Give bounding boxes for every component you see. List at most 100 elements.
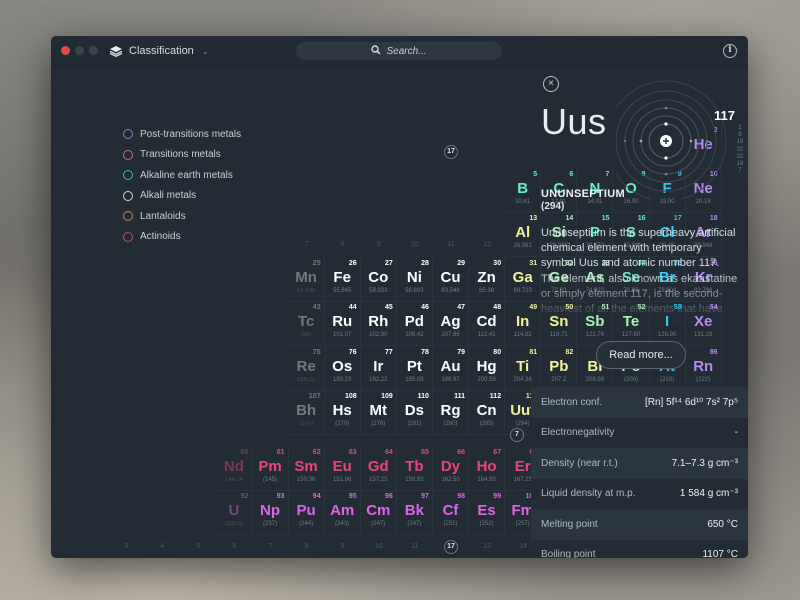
element-cell-co[interactable]: 27 Co 58.933	[360, 258, 397, 302]
element-cell-bh[interactable]: 107 Bh (270)	[288, 391, 325, 435]
element-number: 109	[381, 393, 393, 400]
property-key: Melting point	[541, 518, 598, 530]
element-cell-tc[interactable]: 43 Tc (98)	[288, 302, 325, 346]
group-17-badge[interactable]: 17	[444, 145, 458, 159]
property-row: Electronegativity -	[531, 417, 748, 448]
element-cell-os[interactable]: 76 Os 190.23	[324, 347, 361, 391]
element-cell-re[interactable]: 75 Re 186.21	[288, 347, 325, 391]
element-symbol-label: Cu	[440, 269, 461, 286]
element-cell-zn[interactable]: 30 Zn 65.38	[469, 258, 506, 302]
group-number-bottom: 5	[196, 543, 201, 550]
element-mass: 144.24	[224, 477, 244, 483]
property-key: Density (near r.t.)	[541, 457, 618, 469]
shell-count: 18	[736, 161, 744, 168]
element-cell-bk[interactable]: 97 Bk (247)	[396, 491, 433, 535]
element-cell-cf[interactable]: 98 Cf (251)	[433, 491, 469, 535]
element-mass: (244)	[299, 521, 314, 527]
element-symbol-label: Pm	[258, 458, 282, 475]
legend-item[interactable]: Transitions metals	[123, 145, 241, 166]
element-cell-pt[interactable]: 78 Pt 195.08	[396, 347, 433, 391]
legend-dot-icon	[123, 170, 133, 181]
element-symbol-label: Mn	[295, 269, 317, 286]
element-description: Ununseptium is the superheavy artificial…	[541, 227, 738, 324]
element-cell-cd[interactable]: 48 Cd 112.41	[469, 302, 506, 346]
element-symbol: Uus	[541, 101, 607, 142]
element-cell-cm[interactable]: 96 Cm (247)	[360, 491, 397, 535]
element-mass: (243)	[335, 521, 350, 527]
element-cell-u[interactable]: 92 U 238.02	[216, 491, 253, 535]
minimize-window-button[interactable]	[75, 46, 84, 55]
app-window: Classification ⌄ Search... i Post-transi…	[51, 36, 748, 558]
legend-item[interactable]: Alkali metals	[123, 186, 241, 207]
electron-shells: 2 8 18 32 32 18 7	[735, 125, 745, 175]
element-number: 97	[421, 493, 429, 500]
element-mass: 107.86	[441, 332, 460, 338]
element-cell-rg[interactable]: 111 Rg (280)	[433, 391, 469, 435]
atomic-number: 117	[714, 108, 735, 123]
element-cell-es[interactable]: 99 Es (252)	[469, 491, 506, 535]
element-symbol-label: Pd	[404, 313, 424, 330]
element-cell-mt[interactable]: 109 Mt (276)	[360, 391, 397, 435]
legend-item[interactable]: Lantaloids	[123, 206, 241, 227]
element-cell-mn[interactable]: 25 Mn 54.938	[288, 258, 325, 302]
element-cell-ni[interactable]: 28 Ni 58.693	[396, 258, 433, 302]
element-cell-au[interactable]: 79 Au 196.97	[433, 347, 469, 391]
element-cell-pd[interactable]: 46 Pd 106.42	[396, 302, 433, 346]
element-symbol-label: Eu	[332, 458, 352, 475]
legend-item[interactable]: Alkaline earth metals	[123, 165, 241, 186]
element-symbol-label: Rg	[440, 402, 461, 419]
element-mass: (145)	[262, 477, 277, 483]
element-mass: (98)	[300, 332, 312, 338]
element-cell-ru[interactable]: 44 Ru 101.07	[324, 302, 361, 346]
period-7-badge[interactable]: 7	[510, 428, 524, 442]
group-number-bottom: 4	[160, 543, 165, 550]
group-17-badge-bottom[interactable]: 17	[444, 540, 458, 554]
read-more-button[interactable]: Read more...	[596, 341, 686, 369]
close-window-button[interactable]	[61, 46, 70, 55]
element-cell-tb[interactable]: 65 Tb 158.92	[396, 447, 433, 491]
element-mass: 238.02	[224, 521, 244, 527]
element-cell-ag[interactable]: 47 Ag 107.86	[433, 302, 469, 346]
legend-label: Actinoids	[140, 231, 181, 243]
element-symbol-label: Hg	[476, 358, 497, 375]
element-cell-rh[interactable]: 45 Rh 102.90	[360, 302, 397, 346]
zoom-window-button[interactable]	[89, 46, 98, 55]
legend-item[interactable]: Actinoids	[123, 227, 241, 248]
element-mass: 55.845	[333, 288, 352, 294]
element-symbol-label: Am	[330, 502, 355, 519]
element-mass: 186.21	[296, 377, 316, 383]
search-input[interactable]: Search...	[296, 42, 502, 60]
element-mass: (247)	[407, 521, 422, 527]
element-symbol-label: Hs	[332, 402, 352, 419]
legend-item[interactable]: Post-transitions metals	[123, 124, 241, 145]
element-cell-np[interactable]: 93 Np (237)	[252, 491, 289, 535]
element-cell-ho[interactable]: 67 Ho 164.93	[469, 447, 506, 491]
element-mass: (270)	[335, 421, 350, 427]
group-number-bottom: 10	[374, 543, 383, 550]
shell-count: 7	[738, 168, 742, 175]
element-cell-dy[interactable]: 66 Dy 162.50	[433, 447, 469, 491]
chevron-down-icon: ⌄	[201, 46, 209, 56]
element-cell-hs[interactable]: 108 Hs (270)	[324, 391, 361, 435]
element-cell-ir[interactable]: 77 Ir 192.22	[360, 347, 397, 391]
element-cell-am[interactable]: 95 Am (243)	[324, 491, 361, 535]
close-detail-icon[interactable]: ×	[543, 76, 559, 92]
element-cell-hg[interactable]: 80 Hg 200.59	[469, 347, 506, 391]
element-number: 110	[417, 393, 429, 400]
shell-count: 32	[736, 146, 744, 153]
element-cell-fe[interactable]: 26 Fe 55.845	[324, 258, 361, 302]
element-cell-sm[interactable]: 62 Sm 150.36	[288, 447, 325, 491]
element-cell-eu[interactable]: 63 Eu 151.96	[324, 447, 361, 491]
element-cell-cn[interactable]: 112 Cn (285)	[469, 391, 506, 435]
element-cell-ds[interactable]: 110 Ds (281)	[396, 391, 433, 435]
element-cell-pu[interactable]: 94 Pu (244)	[288, 491, 325, 535]
property-value: 1107 °C	[702, 549, 738, 558]
element-detail-panel: × Uus 117 2 8 18 32 32 18 7 UNUNSEPTIUM (294) …	[531, 67, 748, 558]
element-cell-gd[interactable]: 64 Gd 157.25	[360, 447, 397, 491]
element-cell-cu[interactable]: 29 Cu 63.546	[433, 258, 469, 302]
classification-dropdown[interactable]: Classification ⌄	[109, 43, 209, 59]
group-number: 12	[483, 241, 491, 248]
element-cell-pm[interactable]: 61 Pm (145)	[252, 447, 289, 491]
info-icon[interactable]: i	[723, 44, 737, 58]
element-cell-nd[interactable]: 60 Nd 144.24	[216, 447, 253, 491]
